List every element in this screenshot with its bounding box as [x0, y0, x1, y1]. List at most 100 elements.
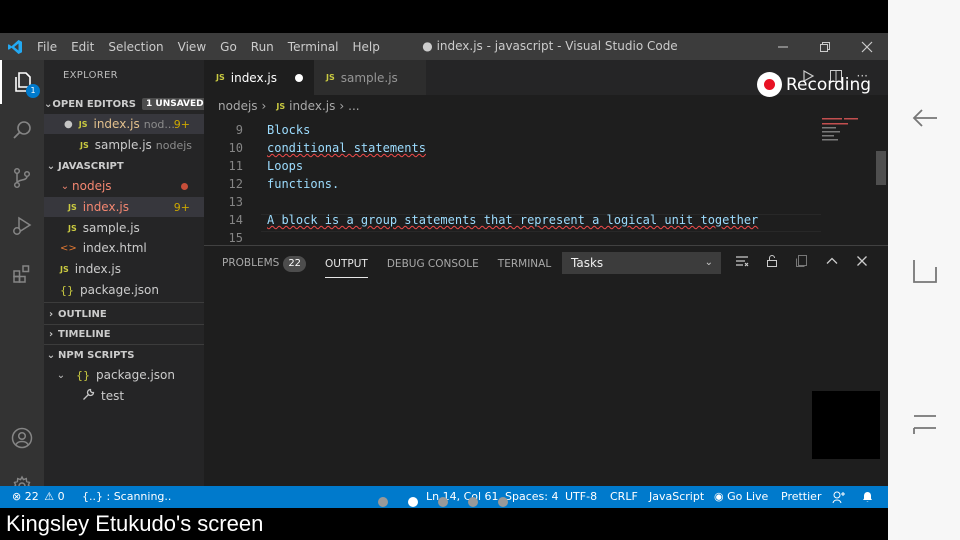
- file-item[interactable]: <> index.html: [44, 238, 204, 258]
- chevron-up-icon[interactable]: [824, 253, 840, 269]
- code-editor[interactable]: 9 Blocks 10 conditional statements 11 Lo…: [204, 117, 888, 245]
- prettier-status[interactable]: Prettier: [781, 486, 821, 508]
- record-icon: [757, 72, 782, 97]
- chevron-right-icon: ›: [261, 99, 267, 113]
- chevron-down-icon: ⌄: [60, 180, 70, 192]
- file-name: index.js: [93, 117, 140, 131]
- output-channel-value: Tasks: [571, 256, 604, 270]
- chevron-right-icon: ›: [48, 308, 54, 320]
- title-bar: File Edit Selection View Go Run Terminal…: [0, 33, 888, 60]
- tab-label: index.js: [230, 70, 277, 85]
- page-dot[interactable]: [498, 497, 508, 507]
- go-live-label: Go Live: [727, 490, 769, 503]
- line-number: 10: [228, 141, 243, 155]
- explorer-activity-icon[interactable]: 1: [0, 60, 44, 104]
- lock-scroll-icon[interactable]: [764, 253, 780, 269]
- tab-output[interactable]: OUTPUT: [325, 256, 368, 278]
- screen-share-stage: File Edit Selection View Go Run Terminal…: [0, 0, 960, 540]
- vertical-scrollbar[interactable]: [876, 151, 886, 185]
- open-editor-item[interactable]: JS sample.js nodejs: [44, 135, 204, 155]
- encoding-status[interactable]: UTF-8: [565, 486, 597, 508]
- notifications-bell-icon[interactable]: [861, 486, 874, 508]
- outline-header[interactable]: › OUTLINE: [44, 304, 204, 324]
- file-item[interactable]: JS sample.js: [44, 218, 204, 238]
- unsaved-dot-icon[interactable]: ●: [64, 119, 73, 130]
- recent-apps-icon[interactable]: [909, 406, 941, 438]
- close-panel-icon[interactable]: [854, 253, 870, 269]
- back-arrow-icon[interactable]: [909, 102, 941, 134]
- breadcrumb-file[interactable]: index.js: [289, 99, 335, 113]
- menu-terminal[interactable]: Terminal: [281, 40, 346, 54]
- tab-index-js[interactable]: JS index.js: [204, 60, 314, 95]
- code-line: 14 A block is a group statements that re…: [204, 211, 844, 229]
- tab-terminal[interactable]: TERMINAL: [498, 256, 551, 272]
- page-dot-current[interactable]: [408, 497, 418, 507]
- menu-selection[interactable]: Selection: [101, 40, 170, 54]
- npm-script-item[interactable]: test: [44, 386, 204, 406]
- menu-view[interactable]: View: [171, 40, 213, 54]
- tab-problems[interactable]: PROBLEMS 22: [222, 255, 307, 272]
- code-line: 11 Loops: [204, 157, 844, 175]
- line-text: A block is a group statements that repre…: [267, 213, 759, 227]
- menu-run[interactable]: Run: [244, 40, 281, 54]
- language-mode[interactable]: JavaScript: [649, 486, 704, 508]
- menu-file[interactable]: File: [30, 40, 64, 54]
- line-number: 14: [228, 213, 243, 227]
- warning-count: 0: [57, 490, 65, 503]
- file-name: index.html: [82, 241, 147, 255]
- chevron-right-icon: ›: [339, 99, 345, 113]
- breadcrumb-folder[interactable]: nodejs: [218, 99, 258, 113]
- minimize-button[interactable]: [762, 33, 804, 60]
- json-file-icon: {}: [60, 283, 74, 297]
- eol-status[interactable]: CRLF: [610, 486, 638, 508]
- output-channel-select[interactable]: Tasks ⌄: [562, 252, 721, 274]
- accounts-icon[interactable]: [0, 416, 44, 460]
- npm-scripts-header[interactable]: ⌄ NPM SCRIPTS: [44, 345, 204, 365]
- close-window-button[interactable]: [846, 33, 888, 60]
- page-indicator: [378, 497, 508, 507]
- page-dot[interactable]: [468, 497, 478, 507]
- video-overlay: [812, 391, 880, 459]
- indentation-status[interactable]: Spaces: 4: [505, 486, 558, 508]
- page-dot[interactable]: [438, 497, 448, 507]
- unsaved-dot-icon[interactable]: [294, 73, 303, 82]
- restore-button[interactable]: [804, 33, 846, 60]
- workspace-header[interactable]: ⌄ JAVASCRIPT: [44, 156, 204, 176]
- timeline-header[interactable]: › TIMELINE: [44, 324, 204, 344]
- folder-item[interactable]: ⌄ nodejs: [44, 176, 204, 196]
- feedback-icon[interactable]: [832, 486, 846, 508]
- file-item-selected[interactable]: JS index.js 9+: [44, 197, 204, 217]
- breadcrumb: nodejs › JS index.js › ...: [204, 95, 888, 117]
- menu-bar: File Edit Selection View Go Run Terminal…: [30, 33, 387, 60]
- menu-go[interactable]: Go: [213, 40, 244, 54]
- open-log-icon[interactable]: [794, 253, 810, 269]
- outline-label: OUTLINE: [58, 308, 107, 320]
- explorer-title: EXPLORER: [63, 70, 118, 81]
- open-editors-header[interactable]: ⌄ OPEN EDITORS 1 UNSAVED: [44, 94, 208, 114]
- minimap[interactable]: [822, 117, 886, 157]
- explorer-sidebar: EXPLORER ⌄ OPEN EDITORS 1 UNSAVED ● JS i…: [44, 60, 208, 486]
- search-icon[interactable]: [0, 108, 44, 152]
- file-item[interactable]: {} package.json: [44, 280, 204, 300]
- home-icon[interactable]: [909, 255, 941, 287]
- explorer-badge: 1: [26, 84, 40, 98]
- problems-status[interactable]: ⊗ 22 ⚠ 0: [12, 486, 65, 508]
- source-control-icon[interactable]: [0, 156, 44, 200]
- bottom-panel: PROBLEMS 22 OUTPUT DEBUG CONSOLE TERMINAL…: [204, 245, 888, 486]
- line-number: 9: [235, 123, 243, 137]
- run-debug-icon[interactable]: [0, 204, 44, 248]
- tab-sample-js[interactable]: JS sample.js: [314, 60, 426, 95]
- go-live-button[interactable]: ◉ Go Live: [714, 486, 768, 508]
- tab-debug-console[interactable]: DEBUG CONSOLE: [387, 256, 479, 272]
- clear-output-icon[interactable]: [734, 253, 750, 269]
- menu-edit[interactable]: Edit: [64, 40, 101, 54]
- js-file-icon: JS: [68, 223, 77, 233]
- page-dot[interactable]: [378, 497, 388, 507]
- file-item[interactable]: JS index.js: [44, 259, 204, 279]
- open-editor-item[interactable]: ● JS index.js nod... 9+: [44, 114, 204, 134]
- npm-package-item[interactable]: ⌄ {} package.json: [44, 365, 204, 385]
- breadcrumb-more[interactable]: ...: [348, 99, 359, 113]
- scanning-status[interactable]: {..} : Scanning..: [82, 486, 171, 508]
- extensions-icon[interactable]: [0, 252, 44, 296]
- package-name: package.json: [96, 368, 176, 382]
